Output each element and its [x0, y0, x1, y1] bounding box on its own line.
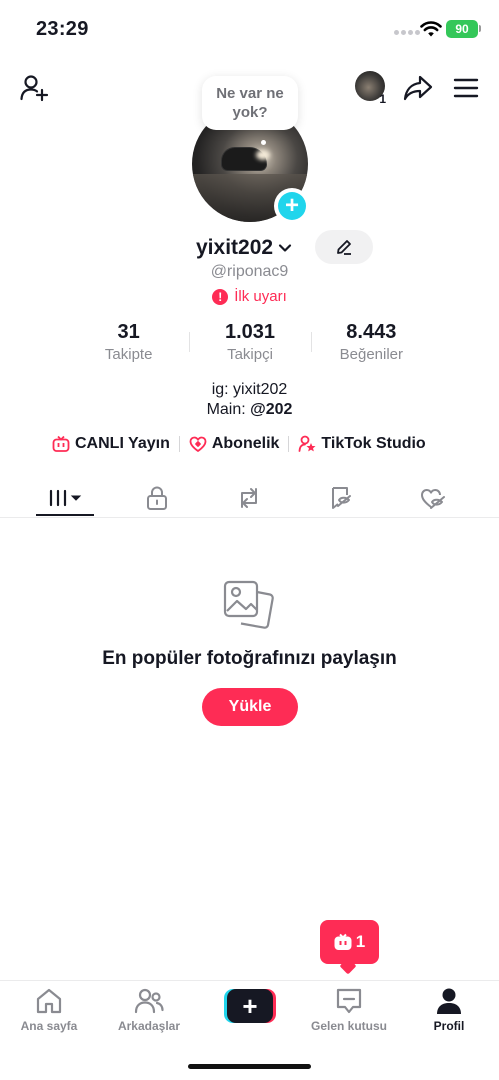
studio-icon [299, 435, 316, 452]
account-count: 1 [379, 92, 386, 106]
friends-icon [134, 988, 164, 1014]
liked-hidden-icon [421, 489, 445, 509]
stat-label: Takipçi [227, 346, 273, 363]
live-link[interactable]: CANLI Yayın [52, 435, 170, 453]
nav-home[interactable]: Ana sayfa [4, 987, 94, 1033]
stat-label: Beğeniler [339, 346, 404, 363]
studio-link-label: TikTok Studio [321, 435, 426, 452]
share-icon [403, 75, 433, 101]
battery-indicator: 90 [446, 20, 478, 38]
pencil-icon [337, 240, 351, 255]
battery-level: 90 [455, 22, 469, 36]
nav-friends[interactable]: Arkadaşlar [104, 987, 194, 1033]
add-user-button[interactable] [14, 68, 54, 108]
bio-line-1: ig: yixit202 [211, 381, 288, 398]
bookmark-hidden-icon [332, 487, 351, 509]
divider [288, 436, 290, 452]
live-link-label: CANLI Yayın [75, 435, 170, 452]
tab-reposts[interactable] [220, 478, 278, 518]
profile-icon [437, 988, 461, 1014]
avatar-photo-light [256, 150, 270, 160]
bottom-nav: Ana sayfa Arkadaşlar + Gelen kutusu Prof… [0, 980, 499, 1044]
chevron-down-icon [278, 244, 292, 252]
hamburger-icon [453, 78, 479, 98]
status-note-bubble[interactable]: Ne var ne yok? [202, 76, 298, 130]
username-row[interactable]: yixit202 [196, 234, 293, 262]
tab-private[interactable] [128, 478, 186, 518]
stat-value: 8.443 [346, 321, 397, 343]
nav-inbox-label: Gelen kutusu [310, 1019, 387, 1033]
nav-friends-label: Arkadaşlar [117, 1019, 181, 1033]
stat-value: 31 [117, 321, 140, 343]
repost-icon [241, 488, 257, 508]
status-note-text: Ne var ne yok? [216, 85, 284, 121]
inbox-icon [336, 988, 362, 1014]
active-tab-indicator [36, 514, 94, 516]
stat-following[interactable]: 31 Takipte [68, 320, 189, 370]
lock-icon [147, 486, 167, 510]
profile-links: CANLI Yayın Abonelik TikTok Studio [52, 432, 426, 456]
subscription-icon [189, 436, 207, 452]
live-badge-count: 1 [355, 932, 366, 951]
nav-home-label: Ana sayfa [20, 1019, 78, 1033]
grid-icon [49, 489, 82, 507]
tab-videos[interactable] [36, 478, 94, 518]
add-story-button[interactable]: + [274, 188, 310, 224]
stat-likes[interactable]: 8.443 Beğeniler [310, 320, 432, 370]
battery-tip [479, 25, 481, 32]
menu-button[interactable] [446, 68, 486, 108]
create-button[interactable]: + [224, 989, 276, 1023]
username: yixit202 [196, 236, 274, 259]
nav-profile-label: Profil [433, 1019, 465, 1033]
subscription-link[interactable]: Abonelik [189, 435, 280, 453]
upload-button[interactable]: Yükle [202, 688, 298, 726]
home-icon [36, 988, 62, 1014]
tv-icon [334, 933, 352, 950]
divider [178, 436, 180, 452]
stat-followers[interactable]: 1.031 Takipçi [189, 320, 310, 370]
profile-bio: ig: yixit202 Main: @202 [0, 380, 499, 420]
content-tabs [0, 478, 499, 518]
photo-stack-icon [223, 580, 274, 629]
plus-icon: + [227, 989, 273, 1023]
tv-icon [52, 435, 70, 452]
wifi-icon [420, 21, 442, 37]
status-time: 23:29 [36, 18, 89, 40]
tab-favorites[interactable] [312, 478, 370, 518]
tab-liked[interactable] [404, 478, 462, 518]
warning-text: İlk uyarı [234, 288, 287, 305]
status-bar: 23:29 90 [0, 0, 499, 56]
home-indicator [188, 1064, 311, 1069]
profile-stats: 31 Takipte 1.031 Takipçi 8.443 Beğeniler [68, 320, 432, 370]
bio-prefix: Main: [206, 401, 251, 418]
signal-icon [394, 30, 420, 35]
nav-profile[interactable]: Profil [404, 987, 494, 1033]
edit-profile-button[interactable] [315, 230, 373, 264]
empty-state-title: En popüler fotoğrafınızı paylaşın [102, 648, 397, 669]
share-profile-button[interactable] [398, 68, 438, 108]
account-warning[interactable]: ! İlk uyarı [0, 288, 499, 305]
nav-inbox[interactable]: Gelen kutusu [304, 987, 394, 1033]
stat-label: Takipte [104, 346, 153, 363]
bio-mention[interactable]: @202 [250, 401, 292, 418]
plus-icon: + [278, 192, 306, 220]
stat-value: 1.031 [224, 321, 276, 343]
subscription-link-label: Abonelik [211, 435, 280, 452]
bubble-tail-dot [261, 140, 266, 145]
alert-icon: ! [212, 288, 229, 305]
add-user-icon [20, 75, 49, 102]
studio-link[interactable]: TikTok Studio [298, 435, 426, 453]
user-handle: @riponac9 [210, 263, 289, 280]
bio-line-2: Main: @202 [0, 400, 499, 420]
live-notification-badge[interactable]: 1 [320, 920, 379, 964]
account-switch-avatar[interactable]: 1 [352, 68, 388, 106]
